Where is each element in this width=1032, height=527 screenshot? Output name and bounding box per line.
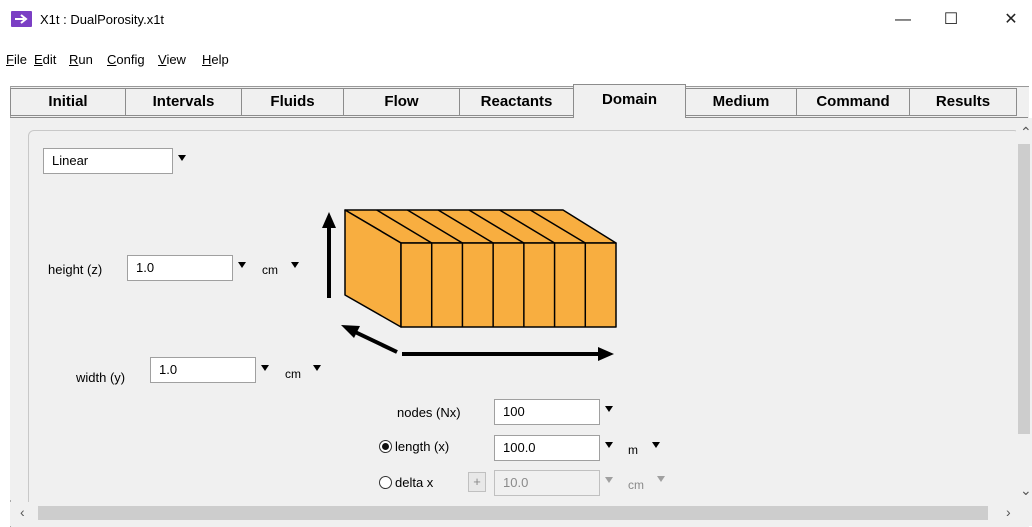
maximize-button[interactable]: ☐	[928, 0, 974, 40]
width-input[interactable]: 1.0	[150, 357, 256, 383]
tab-flow[interactable]: Flow	[343, 88, 460, 116]
horizontal-scrollbar-thumb[interactable]	[38, 506, 988, 520]
block-front	[400, 242, 617, 328]
tab-reactants[interactable]: Reactants	[459, 88, 574, 116]
menu-edit[interactable]: Edit	[34, 52, 56, 67]
geometry-dropdown-arrow[interactable]	[178, 155, 186, 161]
app-icon	[11, 11, 32, 27]
menu-file[interactable]: File	[6, 52, 27, 67]
scroll-up-icon[interactable]: ⌃	[1020, 124, 1032, 141]
deltax-label[interactable]: delta x	[395, 475, 433, 490]
scroll-down-icon[interactable]: ⌄	[1020, 482, 1032, 499]
height-unit[interactable]: cm	[262, 263, 278, 277]
window-title: X1t : DualPorosity.x1t	[40, 12, 165, 27]
height-label: height (z)	[48, 262, 103, 277]
domain-diagram	[322, 209, 617, 361]
menu-help[interactable]: Help	[202, 52, 229, 67]
tab-initial[interactable]: Initial	[10, 88, 126, 116]
close-button[interactable]: ✕	[988, 0, 1032, 40]
y-axis-arrow	[341, 325, 398, 354]
menu-run[interactable]: Run	[69, 52, 93, 67]
width-label: width (y)	[76, 370, 126, 385]
menu-config[interactable]: Config	[107, 52, 145, 67]
length-label[interactable]: length (x)	[395, 439, 449, 454]
deltax-unit[interactable]: cm	[628, 478, 644, 492]
nodes-label: nodes (Nx)	[397, 405, 461, 420]
height-value-dropdown[interactable]	[238, 262, 246, 268]
nodes-input[interactable]: 100	[494, 399, 600, 425]
domain-block	[344, 209, 617, 328]
deltax-plus-button[interactable]: +	[468, 472, 486, 492]
deltax-value-dropdown[interactable]	[605, 477, 613, 483]
z-axis-arrow	[322, 212, 336, 298]
width-value-dropdown[interactable]	[261, 365, 269, 371]
minimize-button[interactable]: —	[880, 0, 926, 40]
tab-fluids[interactable]: Fluids	[241, 88, 344, 116]
height-input[interactable]: 1.0	[127, 255, 233, 281]
deltax-radio[interactable]	[379, 476, 392, 489]
tab-domain[interactable]: Domain	[573, 84, 686, 118]
menu-view[interactable]: View	[158, 52, 186, 67]
tab-medium[interactable]: Medium	[685, 88, 797, 116]
x-axis-arrow	[402, 347, 614, 361]
deltax-input[interactable]: 10.0	[494, 470, 600, 496]
tab-intervals[interactable]: Intervals	[125, 88, 242, 116]
height-unit-dropdown[interactable]	[291, 262, 299, 268]
geometry-select[interactable]: Linear	[43, 148, 173, 174]
scroll-right-icon[interactable]: ›	[1006, 504, 1011, 520]
length-input[interactable]: 100.0	[494, 435, 600, 461]
scroll-left-icon[interactable]: ‹	[20, 504, 25, 520]
width-unit[interactable]: cm	[285, 367, 301, 381]
length-radio[interactable]	[379, 440, 392, 453]
tab-command[interactable]: Command	[796, 88, 910, 116]
vertical-scrollbar-thumb[interactable]	[1018, 144, 1030, 434]
tab-divider	[10, 117, 1028, 118]
length-unit[interactable]: m	[628, 443, 638, 457]
tab-results[interactable]: Results	[909, 88, 1017, 116]
length-value-dropdown[interactable]	[605, 442, 613, 448]
nodes-dropdown[interactable]	[605, 406, 613, 412]
length-unit-dropdown[interactable]	[652, 442, 660, 448]
deltax-unit-dropdown[interactable]	[657, 476, 665, 482]
